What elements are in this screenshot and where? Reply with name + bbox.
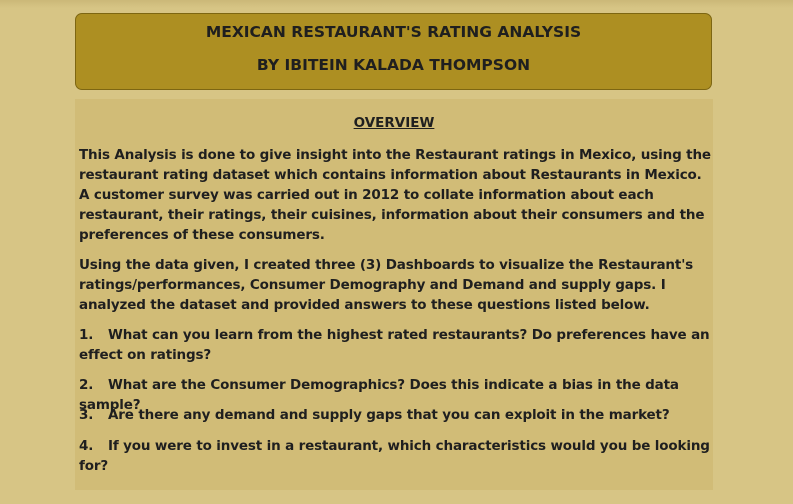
overview-paragraph-intro: This Analysis is done to give insight in… [79, 147, 711, 243]
overview-panel: OVERVIEW This Analysis is done to give i… [75, 99, 713, 490]
question-text: What can you learn from the highest rate… [79, 327, 710, 363]
title-banner: MEXICAN RESTAURANT'S RATING ANALYSIS BY … [75, 13, 712, 90]
question-text: Are there any demand and supply gaps tha… [108, 407, 670, 423]
question-item: 1. What can you learn from the highest ra… [79, 325, 712, 365]
question-text: If you were to invest in a restaurant, w… [79, 438, 710, 474]
overview-heading: OVERVIEW [353, 115, 435, 131]
top-shade [0, 0, 793, 8]
question-number: 2. [79, 377, 94, 393]
question-number: 4. [79, 438, 94, 454]
question-number: 1. [79, 327, 94, 343]
question-number: 3. [79, 407, 94, 423]
report-title: MEXICAN RESTAURANT'S RATING ANALYSIS [205, 23, 582, 41]
question-item: 4. If you were to invest in a restaurant,… [79, 436, 712, 476]
report-author: BY IBITEIN KALADA THOMPSON [256, 56, 531, 74]
overview-paragraph-dashboards: Using the data given, I created three (3… [79, 257, 694, 313]
question-item: 3. Are there any demand and supply gaps t… [79, 405, 712, 425]
